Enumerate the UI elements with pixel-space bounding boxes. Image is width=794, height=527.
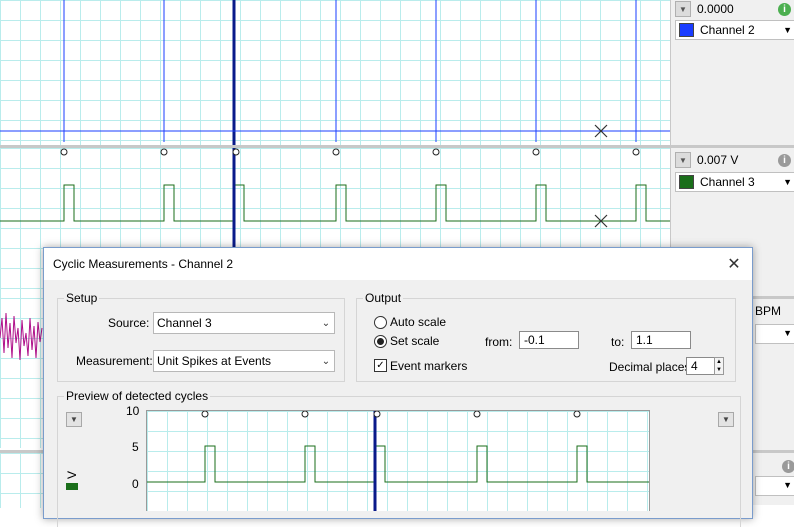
chevron-down-icon: ▼ xyxy=(783,177,792,187)
event-markers-label[interactable]: Event markers xyxy=(390,359,467,373)
preview-options-button[interactable]: ▼ xyxy=(718,412,734,427)
preview-group-label: Preview of detected cycles xyxy=(64,389,211,403)
channel-3-trace xyxy=(0,184,670,222)
to-input[interactable]: 1.1 xyxy=(631,331,691,349)
chevron-down-icon: ▼ xyxy=(783,328,792,338)
source-label: Source: xyxy=(108,316,150,330)
measurement-value: Unit Spikes at Events xyxy=(157,354,272,368)
channel-2-value-row: ▼ 0.0000 i xyxy=(675,0,791,18)
source-select[interactable]: Channel 3 ⌄ xyxy=(153,312,335,334)
measurement-select[interactable]: Unit Spikes at Events ⌄ xyxy=(153,350,335,372)
dialog-titlebar[interactable]: Cyclic Measurements - Channel 2 ✕ xyxy=(44,248,752,280)
sidebar-divider xyxy=(671,145,794,148)
channel-4-trace xyxy=(0,312,43,361)
channel-5-select[interactable]: ▼ xyxy=(755,476,794,496)
channel-2-select[interactable]: Channel 2 ▼ xyxy=(675,20,794,40)
info-icon[interactable]: i xyxy=(782,460,794,473)
preview-event-markers xyxy=(201,411,581,418)
event-markers-checkbox[interactable]: ✓ xyxy=(374,359,387,372)
channel-2-name: Channel 2 xyxy=(700,23,755,37)
chevron-down-icon: ▼ xyxy=(783,25,792,35)
setup-group-label: Setup xyxy=(64,291,100,305)
preview-menu-button[interactable]: ▼ xyxy=(66,412,82,427)
auto-scale-label[interactable]: Auto scale xyxy=(390,315,446,329)
channel-3-name: Channel 3 xyxy=(700,175,755,189)
preview-unit-label: V xyxy=(65,470,80,480)
preview-y-tick-0: 0 xyxy=(132,477,139,491)
channel-color-swatch[interactable] xyxy=(679,23,694,37)
channel-4-select[interactable]: ▼ xyxy=(755,324,794,344)
from-label: from: xyxy=(485,335,513,349)
to-label: to: xyxy=(611,335,625,349)
close-icon[interactable]: ✕ xyxy=(724,254,744,274)
channel-color-swatch[interactable] xyxy=(679,175,694,189)
channel-4-unit: BPM xyxy=(755,304,782,318)
event-markers xyxy=(60,148,640,156)
channel-2-value: 0.0000 xyxy=(697,2,734,16)
cyclic-measurements-dialog: Cyclic Measurements - Channel 2 ✕ Setup … xyxy=(43,247,753,527)
preview-color-swatch xyxy=(66,483,78,490)
preview-plot[interactable] xyxy=(146,410,650,511)
auto-scale-radio[interactable] xyxy=(374,316,387,329)
info-icon[interactable]: i xyxy=(778,3,791,16)
channel-3-select[interactable]: Channel 3 ▼ xyxy=(675,172,794,192)
dialog-title: Cyclic Measurements - Channel 2 xyxy=(53,257,234,271)
output-group-label: Output xyxy=(363,291,404,305)
preview-trace xyxy=(147,445,649,483)
from-input[interactable]: -0.1 xyxy=(519,331,579,349)
info-icon[interactable]: i xyxy=(778,154,791,167)
channel-3-value: 0.007 V xyxy=(697,153,739,167)
set-scale-radio[interactable] xyxy=(374,335,387,348)
chevron-down-icon: ⌄ xyxy=(321,355,331,367)
value-menu-button[interactable]: ▼ xyxy=(675,1,691,17)
preview-group: Preview of detected cycles ▼ ▼ 10 5 0 V xyxy=(57,389,741,527)
channel-3-value-row: ▼ 0.007 V i xyxy=(675,151,791,169)
decimal-places-label: Decimal places: xyxy=(609,360,694,374)
chevron-down-icon: ▼ xyxy=(783,480,792,490)
value-menu-button[interactable]: ▼ xyxy=(675,152,691,168)
preview-y-tick-10: 10 xyxy=(126,404,140,418)
output-group: Output Auto scale Set scale from: -0.1 t… xyxy=(356,291,736,382)
decimal-places-stepper[interactable]: ▲ ▼ xyxy=(714,357,724,375)
source-value: Channel 3 xyxy=(157,316,212,330)
channel-2-plot[interactable] xyxy=(0,0,670,145)
measurement-label: Measurement: xyxy=(76,354,153,368)
set-scale-label[interactable]: Set scale xyxy=(390,334,439,348)
setup-group: Setup Source: Channel 3 ⌄ Measurement: U… xyxy=(57,291,345,382)
chevron-down-icon: ⌄ xyxy=(321,317,331,329)
preview-y-tick-5: 5 xyxy=(132,440,139,454)
